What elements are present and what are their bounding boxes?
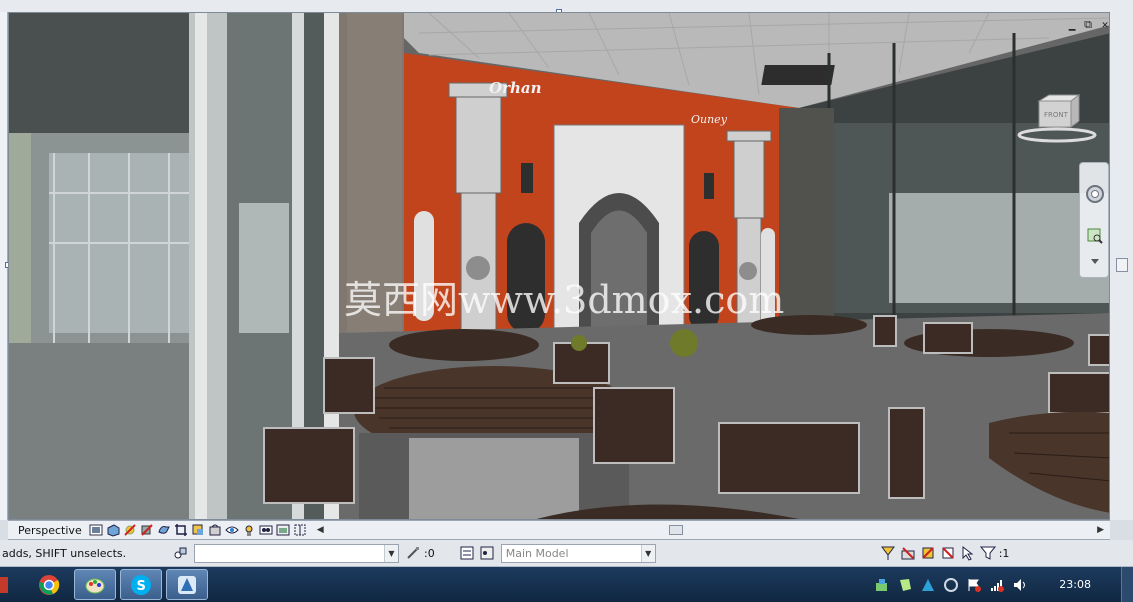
show-crop-icon[interactable]	[190, 522, 206, 538]
navigation-bar	[1079, 162, 1109, 278]
nav-bar-menu-icon[interactable]	[1084, 251, 1106, 273]
cafe-render-scene: Orhan Ouney 莫西网www.3dmox.com	[9, 13, 1109, 519]
evernote-icon[interactable]	[896, 576, 914, 594]
horizontal-scroll-thumb[interactable]	[668, 525, 683, 535]
right-wall-sign: Ouney	[691, 113, 728, 126]
volume-icon[interactable]	[1011, 576, 1029, 594]
network-signal-icon[interactable]	[988, 576, 1006, 594]
analytical-model-icon[interactable]	[275, 522, 291, 538]
highlight-displacement-icon[interactable]	[292, 522, 308, 538]
show-desktop-button[interactable]	[1121, 567, 1133, 602]
render-icon[interactable]	[156, 522, 172, 538]
horizontal-scrollbar[interactable]: ◀ ▶	[315, 523, 1106, 537]
zoom-region-icon[interactable]	[1084, 225, 1106, 247]
design-options-icon[interactable]	[457, 543, 477, 563]
editable-only-icon[interactable]	[403, 543, 423, 563]
start-edge-icon[interactable]	[0, 576, 8, 593]
chevron-down-icon[interactable]: ▼	[640, 544, 655, 562]
vertical-scroll-handle[interactable]	[1116, 258, 1128, 272]
design-option-dropdown[interactable]: Main Model ▼	[500, 543, 656, 563]
select-by-face-icon[interactable]	[938, 543, 958, 563]
minimize-view-button[interactable]: ▁	[1066, 18, 1078, 31]
design-options-list-icon[interactable]	[477, 543, 497, 563]
viewcube-face-label: FRONT	[1044, 111, 1069, 119]
crop-view-icon[interactable]	[173, 522, 189, 538]
shadows-icon[interactable]	[139, 522, 155, 538]
workset-dropdown[interactable]: ▼	[194, 543, 399, 563]
select-links-icon[interactable]	[878, 543, 898, 563]
temporary-view-properties-icon[interactable]	[258, 522, 274, 538]
action-center-flag-icon[interactable]	[965, 576, 983, 594]
workset-icon[interactable]	[170, 543, 190, 563]
temporary-hide-icon[interactable]	[224, 522, 240, 538]
restore-view-button[interactable]: ⧉	[1082, 18, 1094, 32]
system-tray: 23:08	[868, 567, 1133, 602]
viewcube[interactable]: FRONT	[1009, 93, 1107, 145]
sync-icon[interactable]	[942, 576, 960, 594]
filter-count: :1	[998, 546, 1010, 560]
view-control-bar: Perspective ◀ ▶	[8, 520, 1110, 540]
view-name-label: Perspective	[18, 523, 82, 537]
visual-style-icon[interactable]	[105, 522, 121, 538]
scroll-right-icon[interactable]: ▶	[1097, 523, 1104, 537]
detail-level-icon[interactable]	[88, 522, 104, 538]
editable-count: :0	[424, 546, 435, 560]
select-pinned-icon[interactable]	[918, 543, 938, 563]
paint-icon[interactable]	[74, 569, 116, 600]
network-drive-icon[interactable]	[873, 576, 891, 594]
skype-icon[interactable]: S	[120, 569, 162, 600]
left-wall-sign: Orhan	[489, 79, 542, 97]
filter-icon[interactable]	[978, 543, 998, 563]
close-view-button[interactable]: ✕	[1099, 18, 1111, 31]
autodesk-icon[interactable]	[919, 576, 937, 594]
clock-time[interactable]: 23:08	[1059, 578, 1091, 591]
design-option-value: Main Model	[505, 546, 569, 560]
drag-on-selection-icon[interactable]	[958, 543, 978, 563]
revit-icon[interactable]	[166, 569, 208, 600]
watermark-text: 莫西网www.3dmox.com	[344, 278, 784, 322]
skype-letter: S	[137, 579, 146, 594]
status-bar: adds, SHIFT unselects. ▼ :0 Main Model ▼…	[0, 540, 1133, 567]
revit-window: Orhan Ouney 莫西网www.3dmox.com FRONT ▁ ⧉ ✕…	[0, 0, 1133, 602]
3d-perspective-viewport[interactable]: Orhan Ouney 莫西网www.3dmox.com FRONT	[8, 12, 1110, 520]
chevron-down-icon[interactable]: ▼	[384, 544, 398, 562]
status-message: adds, SHIFT unselects.	[2, 546, 127, 560]
chrome-icon[interactable]	[28, 569, 70, 600]
reveal-hidden-icon[interactable]	[241, 522, 257, 538]
steering-wheel-icon[interactable]	[1084, 183, 1106, 205]
select-underlay-icon[interactable]	[898, 543, 918, 563]
windows-taskbar: S 23:08	[0, 567, 1133, 602]
sun-path-icon[interactable]	[122, 522, 138, 538]
scroll-left-icon[interactable]: ◀	[317, 523, 324, 537]
viewport-frame: Orhan Ouney 莫西网www.3dmox.com FRONT ▁ ⧉ ✕	[0, 0, 1133, 523]
unlock-3d-icon[interactable]	[207, 522, 223, 538]
